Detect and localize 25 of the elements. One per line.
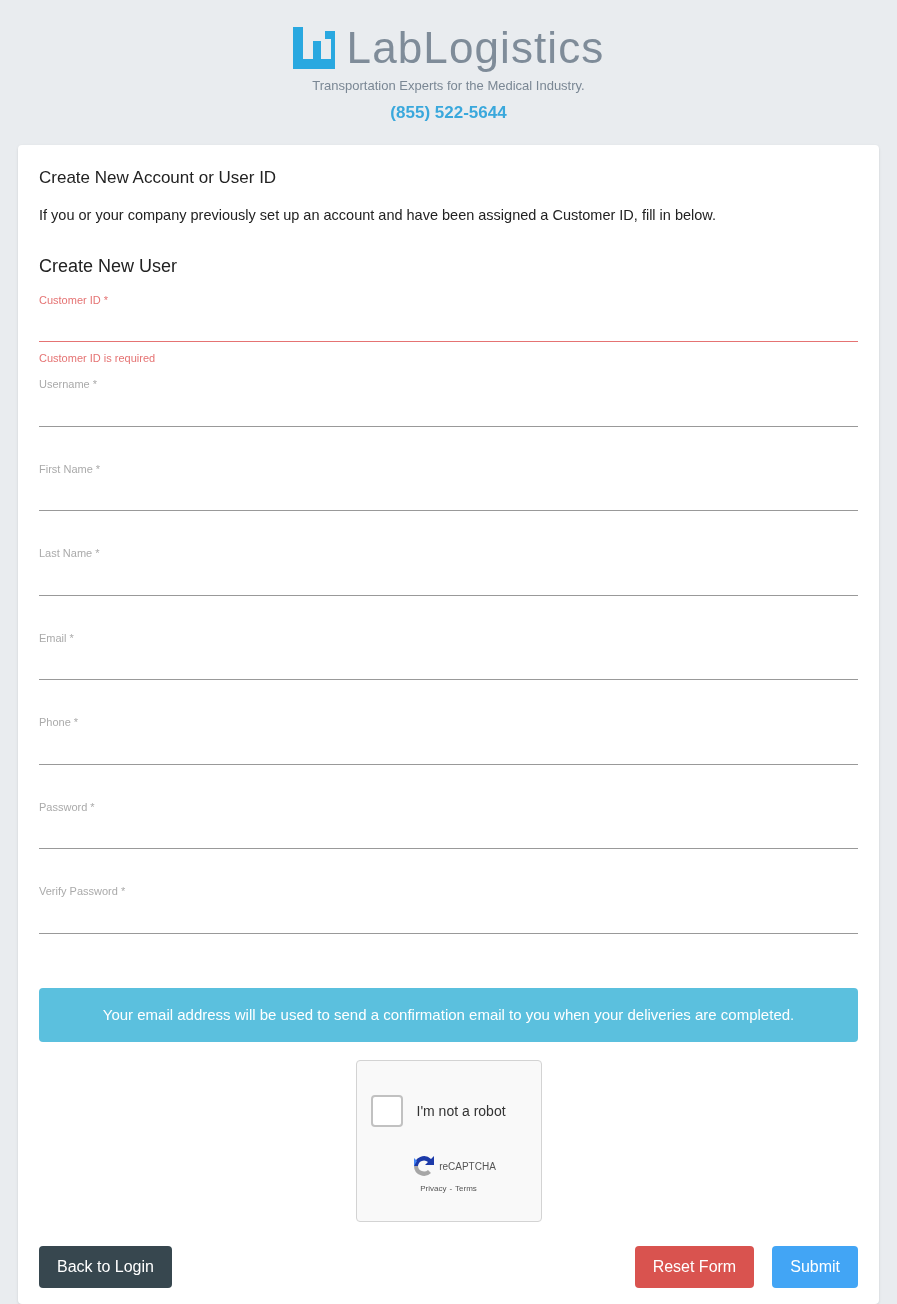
recaptcha-brand: reCAPTCHA [439,1159,496,1174]
error-message: Customer ID is required [39,351,157,366]
link-separator: - [449,1183,453,1195]
phone-number: (855) 522-5644 [390,101,507,124]
field-label: Password * [39,799,96,815]
field-label: Verify Password * [39,884,127,899]
back-button[interactable]: Back to Login [39,1246,172,1288]
info-banner: Your email address will be used to send a confirmation email to you when your deliveries are completed. [39,987,858,1042]
tagline: Transportation Experts for the Medical Industry. [312,77,585,95]
field-label: First Name * [39,461,102,477]
field-label: Phone * [39,715,80,730]
intro-text: If you or your company previously set up an account and have been assigned a Customer ID, fill in below. [39,205,718,225]
field-label: Last Name * [39,546,101,561]
section-title: Create New User [39,254,179,278]
reset-button[interactable]: Reset Form [634,1246,755,1288]
field-label: Username * [39,377,99,392]
field-label: Email * [39,630,75,646]
captcha-checkbox[interactable] [370,1095,403,1127]
logo-text: LabLogistics [346,26,605,70]
terms-link[interactable]: Terms [455,1183,477,1195]
privacy-link[interactable]: Privacy [420,1183,447,1195]
logo-icon [292,27,335,69]
captcha-label: I'm not a robot [416,1101,506,1121]
field-label: Customer ID * [39,292,110,308]
card-title: Create New Account or User ID [39,167,278,190]
